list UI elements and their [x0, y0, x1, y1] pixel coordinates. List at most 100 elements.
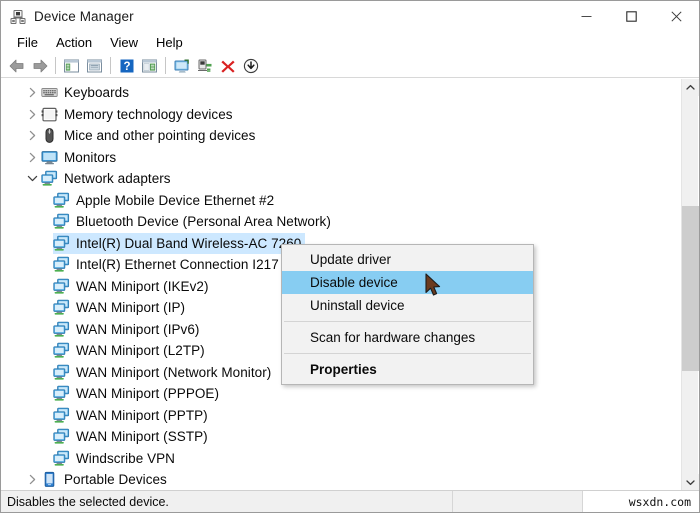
- tree-item[interactable]: Bluetooth Device (Personal Area Network): [2, 211, 682, 233]
- chevron-right-icon[interactable]: [24, 104, 41, 125]
- disable-device-icon: [243, 58, 258, 73]
- network-adapter-icon: [53, 407, 70, 424]
- properties-button[interactable]: [83, 55, 106, 77]
- scan-for-hardware-changes-button[interactable]: [170, 55, 193, 77]
- network-adapter-icon: [53, 364, 70, 381]
- menu-help[interactable]: Help: [147, 33, 192, 53]
- network-adapter-icon: [53, 192, 70, 209]
- tree-item[interactable]: Keyboards: [2, 82, 682, 104]
- tree-item[interactable]: Memory technology devices: [2, 104, 682, 126]
- network-adapter-icon: [41, 170, 58, 187]
- minimize-icon: [581, 16, 592, 17]
- tree-item-label: WAN Miniport (SSTP): [76, 429, 208, 445]
- chevron-down-icon[interactable]: [24, 168, 41, 189]
- tree-item-content: Portable Devices: [2, 469, 167, 490]
- tree-item-content: WAN Miniport (Network Monitor): [2, 364, 271, 381]
- tree-item-content: WAN Miniport (IKEv2): [2, 278, 209, 295]
- tree-item[interactable]: WAN Miniport (PPTP): [2, 405, 682, 427]
- chevron-right-icon[interactable]: [24, 469, 41, 490]
- show-hide-console-tree-icon: [64, 59, 79, 72]
- menu-separator: [284, 353, 531, 354]
- back-icon: [9, 59, 23, 72]
- maximize-button[interactable]: [609, 1, 654, 32]
- status-bar: Disables the selected device. wsxdn.com: [1, 490, 699, 512]
- show-hide-action-pane-icon: [142, 59, 157, 72]
- update-driver-button[interactable]: [193, 55, 216, 77]
- close-icon: [671, 11, 682, 22]
- device-manager-icon: [10, 9, 26, 25]
- tree-item-content: Keyboards: [2, 82, 129, 103]
- tree-item-label: WAN Miniport (L2TP): [76, 343, 205, 359]
- tree-item[interactable]: Apple Mobile Device Ethernet #2: [2, 190, 682, 212]
- uninstall-device-button[interactable]: [216, 55, 239, 77]
- tree-item[interactable]: Mice and other pointing devices: [2, 125, 682, 147]
- tree-item[interactable]: Network adapters: [2, 168, 682, 190]
- tree-item-label: Apple Mobile Device Ethernet #2: [76, 192, 275, 208]
- minimize-button[interactable]: [564, 1, 609, 32]
- help-button[interactable]: ?: [115, 55, 138, 77]
- close-button[interactable]: [654, 1, 699, 32]
- tree-item[interactable]: Portable Devices: [2, 469, 682, 491]
- tree-item-content: WAN Miniport (IPv6): [2, 321, 199, 338]
- chevron-right-icon[interactable]: [24, 82, 41, 103]
- chevron-right-icon[interactable]: [24, 125, 41, 146]
- forward-button[interactable]: [28, 55, 51, 77]
- tree-item-content: Mice and other pointing devices: [2, 125, 255, 146]
- network-adapter-icon: [53, 428, 70, 445]
- tree-item-label: Intel(R) Dual Band Wireless-AC 7260: [76, 235, 302, 251]
- monitor-icon: [41, 149, 58, 166]
- toolbar-separator: [55, 57, 56, 74]
- tree-item-label: Portable Devices: [64, 472, 167, 488]
- tree-item[interactable]: WAN Miniport (PPPOE): [2, 383, 682, 405]
- menu-action[interactable]: Action: [47, 33, 101, 53]
- context-menu-item[interactable]: Update driver: [282, 248, 533, 271]
- context-menu-item[interactable]: Scan for hardware changes: [282, 326, 533, 349]
- tree-item-content: WAN Miniport (L2TP): [2, 342, 205, 359]
- tree-item[interactable]: Monitors: [2, 147, 682, 169]
- tree-item-label: Network adapters: [64, 171, 171, 187]
- tree-item-content: Intel(R) Ethernet Connection I217: [2, 256, 279, 273]
- context-menu-item[interactable]: Disable device: [282, 271, 533, 294]
- context-menu-item[interactable]: Properties: [282, 358, 533, 381]
- svg-text:?: ?: [123, 61, 130, 73]
- vertical-scrollbar[interactable]: [681, 79, 699, 491]
- show-hide-action-pane-button[interactable]: [138, 55, 161, 77]
- scroll-up-button[interactable]: [682, 79, 699, 96]
- properties-icon: [87, 59, 102, 72]
- network-adapter-icon: [53, 321, 70, 338]
- tree-item-label: Windscribe VPN: [76, 450, 175, 466]
- network-adapter-icon: [53, 278, 70, 295]
- context-menu[interactable]: Update driver Disable device Uninstall dev…: [281, 244, 534, 385]
- tree-item-label: WAN Miniport (PPTP): [76, 407, 208, 423]
- uninstall-device-icon: [220, 60, 235, 73]
- tree-item-content: WAN Miniport (PPTP): [2, 407, 208, 424]
- chevron-up-icon: [686, 84, 695, 90]
- disable-device-button[interactable]: [239, 55, 262, 77]
- chevron-right-icon[interactable]: [24, 147, 41, 168]
- show-hide-console-tree-button[interactable]: [60, 55, 83, 77]
- tree-item-label: Monitors: [64, 149, 117, 165]
- back-button[interactable]: [5, 55, 28, 77]
- tree-item-label: Intel(R) Ethernet Connection I217: [76, 257, 279, 273]
- tree-item-content: Apple Mobile Device Ethernet #2: [2, 192, 274, 209]
- network-adapter-icon: [53, 385, 70, 402]
- tree-item-label: WAN Miniport (IKEv2): [76, 278, 209, 294]
- tree-item-content: WAN Miniport (IP): [2, 299, 185, 316]
- title-bar: Device Manager: [1, 1, 699, 32]
- mouse-icon: [41, 127, 58, 144]
- scroll-down-button[interactable]: [682, 474, 699, 491]
- tree-item-label: WAN Miniport (PPPOE): [76, 386, 220, 402]
- maximize-icon: [626, 11, 637, 22]
- tree-item-label: Mice and other pointing devices: [64, 128, 256, 144]
- menu-file[interactable]: File: [8, 33, 47, 53]
- tree-item-label: Keyboards: [64, 85, 129, 101]
- context-menu-item[interactable]: Uninstall device: [282, 294, 533, 317]
- tree-item[interactable]: WAN Miniport (SSTP): [2, 426, 682, 448]
- forward-icon: [33, 59, 47, 72]
- menu-separator: [284, 321, 531, 322]
- scrollbar-thumb[interactable]: [682, 206, 699, 371]
- tree-item-content: WAN Miniport (SSTP): [2, 428, 208, 445]
- network-adapter-icon: [53, 450, 70, 467]
- menu-view[interactable]: View: [101, 33, 147, 53]
- tree-item[interactable]: Windscribe VPN: [2, 448, 682, 470]
